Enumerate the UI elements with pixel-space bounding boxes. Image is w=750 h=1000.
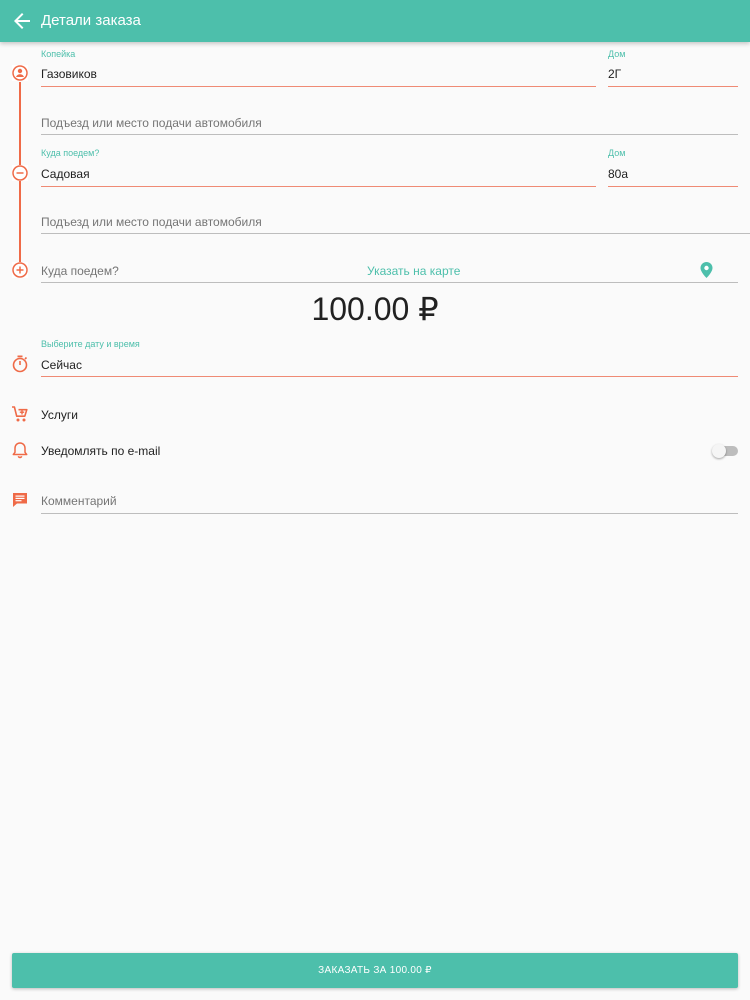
pick-on-map-link[interactable]: Указать на карте bbox=[367, 264, 460, 278]
to-house-label: Дом bbox=[608, 148, 626, 158]
from-entrance-input[interactable]: Подъезд или место подачи автомобиля bbox=[41, 116, 262, 130]
from-street-input[interactable]: Газовиков bbox=[41, 67, 97, 81]
to-street-input[interactable]: Садовая bbox=[41, 167, 90, 181]
datetime-underline bbox=[41, 376, 738, 377]
from-house-label: Дом bbox=[608, 49, 626, 59]
to-street-underline bbox=[41, 186, 596, 187]
bell-icon bbox=[12, 442, 28, 459]
to-house-input[interactable]: 80а bbox=[608, 167, 628, 181]
from-street-label: Копейка bbox=[41, 49, 76, 59]
comment-input[interactable]: Комментарий bbox=[41, 494, 117, 508]
from-entrance-underline bbox=[41, 134, 738, 135]
cart-plus-icon bbox=[12, 406, 28, 422]
page-title: Детали заказа bbox=[41, 12, 141, 29]
from-house-underline bbox=[608, 86, 738, 87]
person-pin-icon bbox=[12, 65, 28, 81]
from-street-underline bbox=[41, 86, 596, 87]
services-item[interactable]: Услуги bbox=[41, 408, 78, 422]
arrow-left-icon[interactable] bbox=[10, 9, 34, 33]
to-entrance-underline bbox=[41, 233, 750, 234]
remove-circle-icon[interactable] bbox=[12, 165, 28, 181]
app-bar: Детали заказа bbox=[0, 0, 750, 42]
to-house-underline bbox=[608, 186, 738, 187]
comment-icon bbox=[13, 493, 27, 507]
email-notify-label: Уведомлять по e-mail bbox=[41, 444, 161, 458]
add-circle-icon[interactable] bbox=[12, 262, 28, 278]
comment-underline bbox=[41, 513, 738, 514]
timer-icon bbox=[12, 355, 28, 373]
map-pin-icon[interactable] bbox=[700, 262, 713, 278]
from-house-input[interactable]: 2Г bbox=[608, 67, 621, 81]
datetime-label: Выберите дату и время bbox=[41, 339, 140, 349]
add-destination-underline bbox=[41, 282, 738, 283]
to-entrance-input[interactable]: Подъезд или место подачи автомобиля bbox=[41, 215, 262, 229]
datetime-input[interactable]: Сейчас bbox=[41, 358, 82, 372]
price-display: 100.00 ₽ bbox=[311, 291, 439, 327]
email-notify-switch[interactable] bbox=[712, 444, 738, 458]
add-destination-input[interactable]: Куда поедем? bbox=[41, 264, 119, 278]
order-button[interactable]: ЗАКАЗАТЬ ЗА 100.00 ₽ bbox=[12, 953, 738, 988]
switch-knob bbox=[712, 444, 726, 458]
to-street-label: Куда поедем? bbox=[41, 148, 100, 158]
